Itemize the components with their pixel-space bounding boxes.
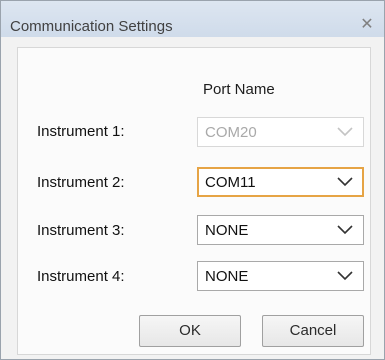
chevron-down-icon[interactable] bbox=[337, 224, 353, 236]
chevron-down-icon bbox=[337, 127, 353, 137]
title-bar[interactable]: Communication Settings ✕ bbox=[1, 1, 384, 37]
close-icon[interactable]: ✕ bbox=[358, 15, 376, 33]
instrument-3-port-select[interactable]: NONE bbox=[197, 215, 364, 245]
instrument-2-port-select[interactable]: COM11 bbox=[197, 167, 364, 197]
communication-settings-dialog: Communication Settings ✕ Port Name Instr… bbox=[0, 0, 385, 360]
instrument-3-port-value: NONE bbox=[205, 222, 249, 239]
instrument-4-port-value: NONE bbox=[205, 268, 249, 285]
dialog-content-panel bbox=[17, 47, 371, 355]
instrument-2-label: Instrument 2: bbox=[37, 174, 125, 191]
cancel-button[interactable]: Cancel bbox=[262, 315, 364, 347]
instrument-4-port-select[interactable]: NONE bbox=[197, 261, 364, 291]
instrument-2-port-value: COM11 bbox=[205, 174, 256, 191]
chevron-down-icon[interactable] bbox=[337, 176, 353, 188]
instrument-4-label: Instrument 4: bbox=[37, 268, 125, 285]
instrument-1-label: Instrument 1: bbox=[37, 123, 125, 140]
dialog-title: Communication Settings bbox=[10, 18, 173, 35]
instrument-1-port-value: COM20 bbox=[205, 124, 257, 141]
port-name-header: Port Name bbox=[203, 81, 275, 98]
instrument-3-label: Instrument 3: bbox=[37, 222, 125, 239]
instrument-1-port-select: COM20 bbox=[197, 117, 364, 147]
ok-button[interactable]: OK bbox=[139, 315, 241, 347]
chevron-down-icon[interactable] bbox=[337, 270, 353, 282]
